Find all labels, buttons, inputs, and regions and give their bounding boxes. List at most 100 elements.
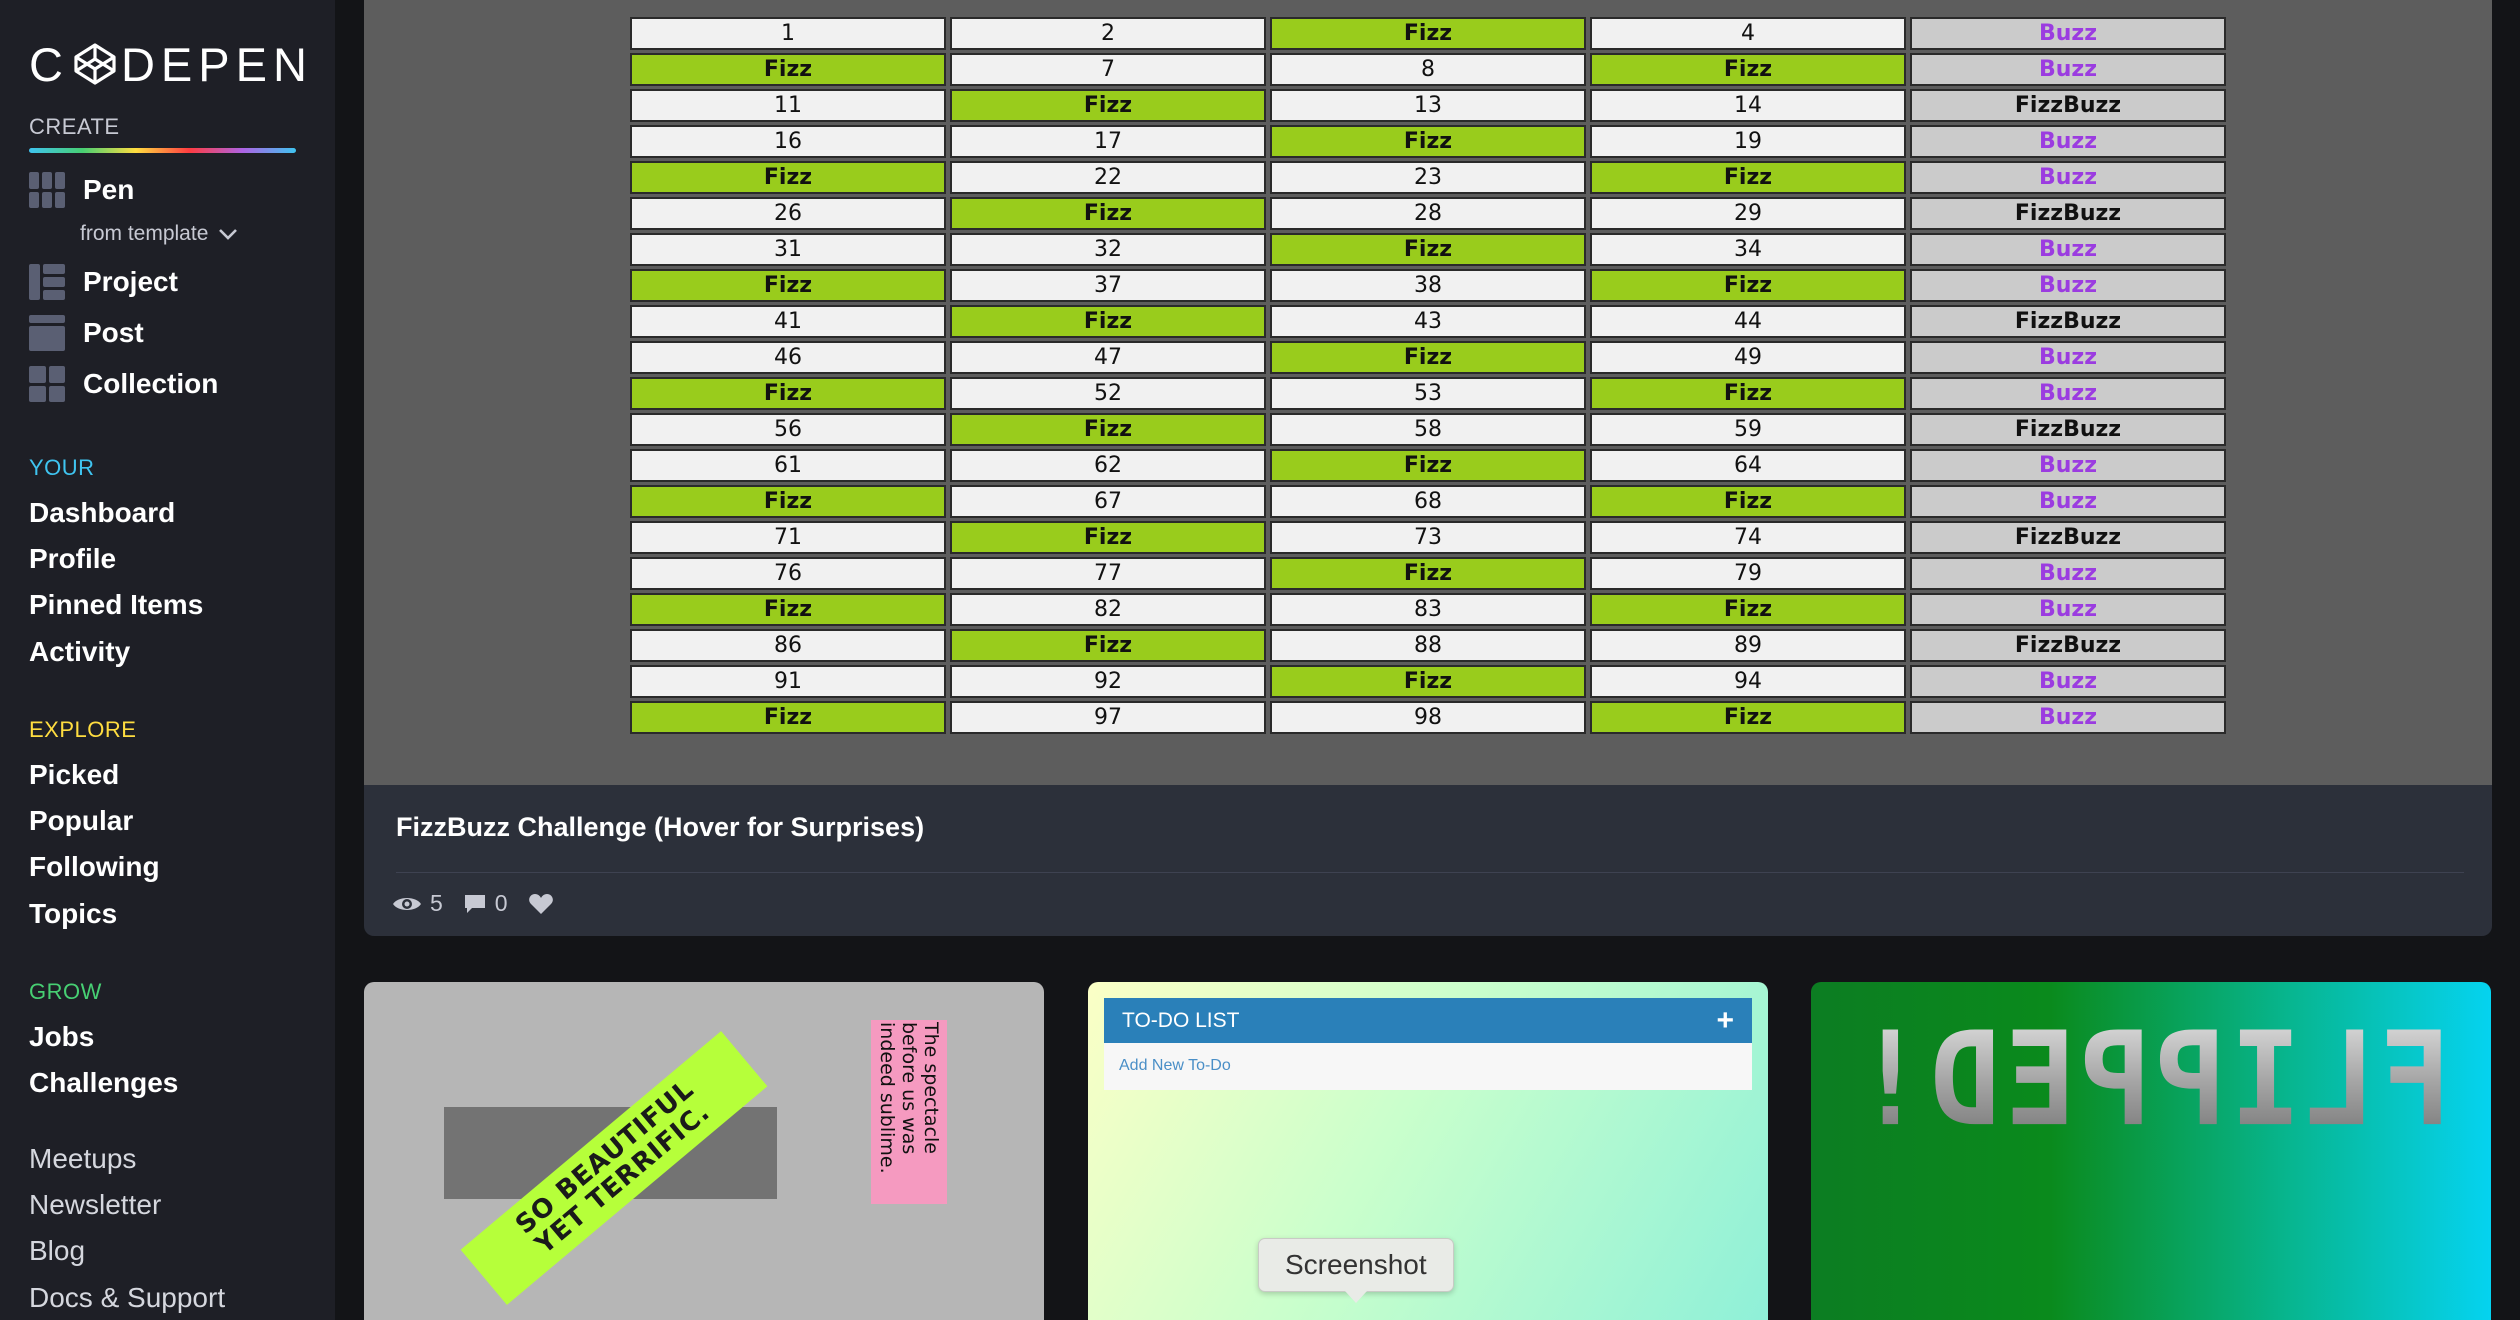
fizzbuzz-cell[interactable]: 59 [1590,413,1906,446]
fizzbuzz-cell[interactable]: 82 [950,593,1266,626]
fizzbuzz-cell[interactable]: FizzBuzz [1910,305,2226,338]
fizzbuzz-cell[interactable]: Fizz [1590,377,1906,410]
fizzbuzz-cell[interactable]: 19 [1590,125,1906,158]
fizzbuzz-cell[interactable]: Buzz [1910,161,2226,194]
fizzbuzz-cell[interactable]: FizzBuzz [1910,521,2226,554]
fizzbuzz-cell[interactable]: 91 [630,665,946,698]
fizzbuzz-cell[interactable]: 23 [1270,161,1586,194]
fizzbuzz-cell[interactable]: Buzz [1910,233,2226,266]
fizzbuzz-cell[interactable]: 61 [630,449,946,482]
fizzbuzz-cell[interactable]: Fizz [1590,269,1906,302]
nav-meetups[interactable]: Meetups [29,1143,136,1175]
fizzbuzz-cell[interactable]: Buzz [1910,269,2226,302]
fizzbuzz-cell[interactable]: 28 [1270,197,1586,230]
nav-following[interactable]: Following [29,851,160,883]
create-project-link[interactable]: Project [29,264,178,300]
fizzbuzz-cell[interactable]: 44 [1590,305,1906,338]
fizzbuzz-cell[interactable]: Buzz [1910,377,2226,410]
fizzbuzz-cell[interactable]: 53 [1270,377,1586,410]
fizzbuzz-cell[interactable]: Fizz [1270,341,1586,374]
fizzbuzz-cell[interactable]: Fizz [1270,665,1586,698]
like-button[interactable] [528,893,562,915]
fizzbuzz-cell[interactable]: Fizz [950,629,1266,662]
fizzbuzz-cell[interactable]: 77 [950,557,1266,590]
fizzbuzz-cell[interactable]: 68 [1270,485,1586,518]
nav-topics[interactable]: Topics [29,898,117,930]
nav-pinned-items[interactable]: Pinned Items [29,589,203,621]
fizzbuzz-cell[interactable]: Buzz [1910,485,2226,518]
fizzbuzz-cell[interactable]: Fizz [1270,125,1586,158]
fizzbuzz-cell[interactable]: Fizz [950,89,1266,122]
fizzbuzz-cell[interactable]: 97 [950,701,1266,734]
nav-challenges[interactable]: Challenges [29,1067,178,1099]
codepen-logo[interactable]: C DEPEN [29,38,313,91]
fizzbuzz-cell[interactable]: Fizz [630,377,946,410]
fizzbuzz-cell[interactable]: 41 [630,305,946,338]
fizzbuzz-cell[interactable]: 4 [1590,17,1906,50]
comments-stat[interactable]: 0 [463,890,508,917]
fizzbuzz-cell[interactable]: 38 [1270,269,1586,302]
add-todo-button[interactable]: + [1716,1005,1734,1036]
fizzbuzz-cell[interactable]: 86 [630,629,946,662]
fizzbuzz-cell[interactable]: 79 [1590,557,1906,590]
fizzbuzz-cell[interactable]: Fizz [1270,557,1586,590]
fizzbuzz-cell[interactable]: 56 [630,413,946,446]
create-collection-link[interactable]: Collection [29,366,218,402]
fizzbuzz-cell[interactable]: FizzBuzz [1910,89,2226,122]
nav-popular[interactable]: Popular [29,805,133,837]
fizzbuzz-cell[interactable]: 7 [950,53,1266,86]
fizzbuzz-cell[interactable]: 73 [1270,521,1586,554]
fizzbuzz-cell[interactable]: 1 [630,17,946,50]
nav-jobs[interactable]: Jobs [29,1021,94,1053]
fizzbuzz-cell[interactable]: Fizz [950,197,1266,230]
fizzbuzz-cell[interactable]: 76 [630,557,946,590]
pen-preview[interactable]: 1 2 Fizz 4 Buzz Fizz 7 8 Fizz Buzz 11 Fizz 13 14 FizzB… [364,0,2492,785]
fizzbuzz-cell[interactable]: Fizz [1590,593,1906,626]
fizzbuzz-cell[interactable]: Buzz [1910,53,2226,86]
nav-docs-support[interactable]: Docs & Support [29,1282,225,1314]
fizzbuzz-cell[interactable]: Fizz [630,269,946,302]
from-template-dropdown[interactable]: from template [80,222,238,246]
fizzbuzz-cell[interactable]: 46 [630,341,946,374]
fizzbuzz-cell[interactable]: Fizz [1590,161,1906,194]
fizzbuzz-cell[interactable]: 16 [630,125,946,158]
create-pen-link[interactable]: Pen [29,172,134,208]
fizzbuzz-cell[interactable]: Fizz [630,161,946,194]
fizzbuzz-cell[interactable]: Fizz [950,305,1266,338]
fizzbuzz-cell[interactable]: 58 [1270,413,1586,446]
fizzbuzz-cell[interactable]: Fizz [1590,701,1906,734]
todo-input[interactable]: Add New To-Do [1104,1043,1752,1075]
fizzbuzz-cell[interactable]: 62 [950,449,1266,482]
fizzbuzz-cell[interactable]: Fizz [630,485,946,518]
fizzbuzz-cell[interactable]: 17 [950,125,1266,158]
fizzbuzz-cell[interactable]: Fizz [630,53,946,86]
nav-dashboard[interactable]: Dashboard [29,497,175,529]
fizzbuzz-cell[interactable]: 11 [630,89,946,122]
fizzbuzz-cell[interactable]: 64 [1590,449,1906,482]
fizzbuzz-cell[interactable]: Fizz [950,521,1266,554]
fizzbuzz-cell[interactable]: Fizz [1270,233,1586,266]
fizzbuzz-cell[interactable]: 49 [1590,341,1906,374]
fizzbuzz-cell[interactable]: Buzz [1910,341,2226,374]
fizzbuzz-cell[interactable]: FizzBuzz [1910,413,2226,446]
fizzbuzz-cell[interactable]: 34 [1590,233,1906,266]
fizzbuzz-cell[interactable]: 8 [1270,53,1586,86]
fizzbuzz-cell[interactable]: 52 [950,377,1266,410]
pen-title[interactable]: FizzBuzz Challenge (Hover for Surprises) [396,812,924,843]
fizzbuzz-cell[interactable]: 26 [630,197,946,230]
fizzbuzz-cell[interactable]: 71 [630,521,946,554]
fizzbuzz-cell[interactable]: Fizz [1270,449,1586,482]
fizzbuzz-cell[interactable]: 14 [1590,89,1906,122]
fizzbuzz-cell[interactable]: 37 [950,269,1266,302]
pen-card-flipped[interactable]: FLIPPED! [1811,982,2491,1320]
fizzbuzz-cell[interactable]: Buzz [1910,125,2226,158]
fizzbuzz-cell[interactable]: Fizz [1590,485,1906,518]
nav-newsletter[interactable]: Newsletter [29,1189,161,1221]
fizzbuzz-cell[interactable]: 83 [1270,593,1586,626]
fizzbuzz-cell[interactable]: 47 [950,341,1266,374]
nav-activity[interactable]: Activity [29,636,130,668]
fizzbuzz-cell[interactable]: Buzz [1910,593,2226,626]
nav-profile[interactable]: Profile [29,543,116,575]
fizzbuzz-cell[interactable]: Buzz [1910,17,2226,50]
fizzbuzz-cell[interactable]: 89 [1590,629,1906,662]
